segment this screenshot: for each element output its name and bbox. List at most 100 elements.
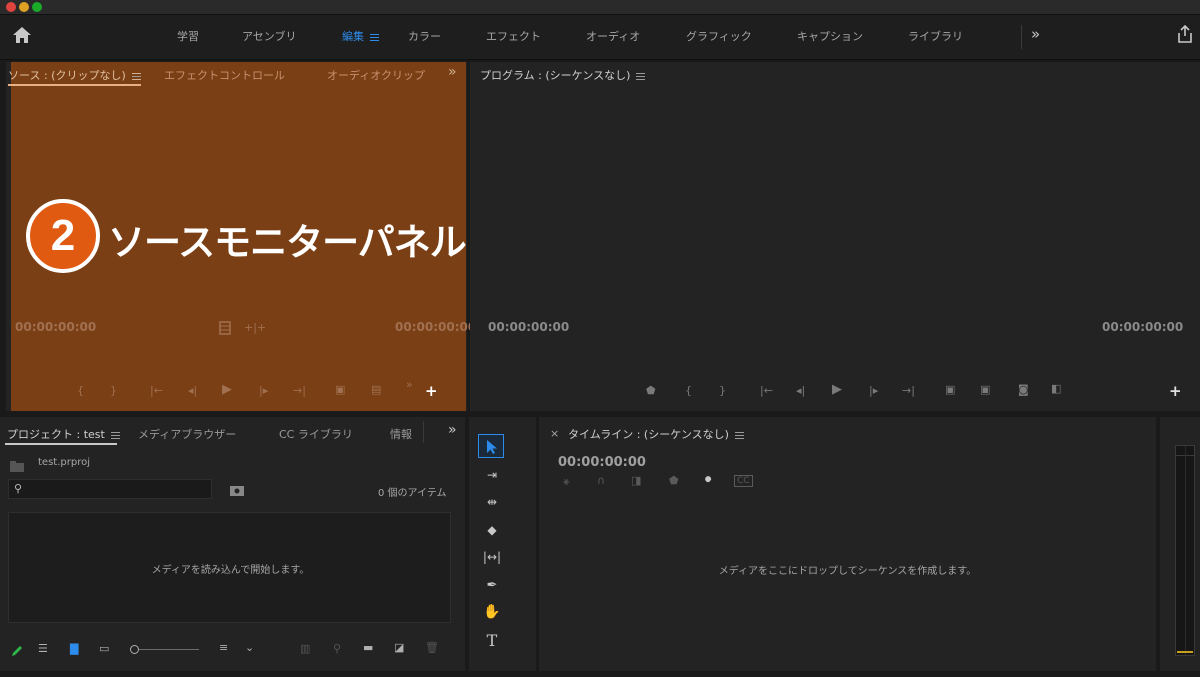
item-count: 0 個のアイテム — [378, 488, 447, 499]
menu-icon[interactable] — [131, 72, 141, 80]
slip-tool[interactable]: |↔| — [479, 545, 505, 569]
step-back-icon[interactable]: ◂| — [188, 384, 197, 397]
meter-level — [1177, 651, 1193, 653]
snap-icon[interactable]: ∩ — [597, 474, 605, 487]
workspace-divider — [1021, 25, 1022, 49]
go-to-out-icon[interactable]: →| — [293, 384, 306, 397]
trash-icon[interactable]: 🗑 — [425, 641, 439, 654]
mark-in-icon[interactable]: { — [685, 384, 692, 397]
automate-to-sequence-icon[interactable]: ▥ — [300, 642, 310, 655]
tab-audio-clip[interactable]: オーディオクリップ — [327, 67, 425, 83]
pencil-icon[interactable] — [10, 643, 24, 662]
find-icon[interactable]: ⚲ — [333, 642, 341, 655]
freeform-view-icon[interactable]: ▭ — [99, 642, 109, 655]
captions-icon[interactable]: CC — [734, 475, 753, 487]
list-view-icon[interactable]: ☰ — [38, 642, 48, 655]
zoom-slider-track[interactable] — [139, 649, 199, 650]
more-tabs-icon[interactable]: » — [448, 64, 457, 80]
mark-out-icon[interactable]: } — [110, 384, 117, 397]
share-icon[interactable] — [1177, 24, 1193, 47]
tab-effect-controls[interactable]: エフェクトコントロール — [164, 67, 285, 83]
project-bin-area[interactable]: メディアを読み込んで開始します。 — [8, 512, 451, 623]
new-search-bin-icon[interactable] — [229, 482, 245, 501]
tab-timeline[interactable]: タイムライン : (シーケンスなし) — [568, 426, 744, 442]
track-select-tool[interactable]: ⇥ — [479, 463, 505, 487]
minimize-window-button[interactable] — [19, 2, 29, 12]
more-tabs-icon[interactable]: » — [448, 422, 457, 438]
add-marker-icon[interactable]: ⬟ — [669, 474, 679, 487]
program-timecode-left[interactable]: 00:00:00:00 — [488, 320, 569, 334]
source-timecode-right: 00:00:00:00 — [395, 320, 477, 334]
close-timeline-icon[interactable]: × — [550, 427, 559, 440]
add-button[interactable]: + — [425, 382, 438, 400]
workspace-tab-audio[interactable]: オーディオ — [586, 28, 640, 44]
search-input[interactable]: ⚲ — [8, 479, 212, 499]
add-button[interactable]: + — [1169, 382, 1182, 400]
workspace-tab-color[interactable]: カラー — [408, 28, 441, 44]
menu-icon[interactable] — [636, 72, 646, 80]
tab-program[interactable]: プログラム : (シーケンスなし) — [480, 67, 646, 83]
source-timecode-left[interactable]: 00:00:00:00 — [15, 320, 96, 334]
tab-cc-libraries[interactable]: CC ライブラリ — [279, 426, 353, 442]
close-window-button[interactable] — [6, 2, 16, 12]
step-back-icon[interactable]: ◂| — [796, 384, 805, 397]
razor-tool[interactable]: ◆ — [479, 518, 505, 542]
ripple-edit-tool[interactable]: ⇹ — [479, 490, 505, 514]
more-workspaces-icon[interactable]: » — [1031, 25, 1040, 43]
lift-icon[interactable]: ▣ — [945, 383, 955, 396]
timeline-timecode[interactable]: 00:00:00:00 — [558, 455, 646, 470]
zoom-slider-handle[interactable] — [130, 645, 139, 654]
sort-icon[interactable]: ≡ — [219, 641, 228, 654]
overwrite-icon[interactable]: ▤ — [371, 383, 381, 396]
icon-view-icon[interactable]: ▇ — [70, 642, 78, 655]
audio-waveform-icon[interactable]: +|+ — [244, 321, 266, 334]
step-number: 2 — [50, 211, 76, 260]
tab-source[interactable]: ソース : (クリップなし) — [8, 67, 141, 83]
workspace-tab-graphics[interactable]: グラフィック — [686, 28, 752, 44]
menu-icon[interactable] — [734, 431, 744, 439]
more-controls-icon[interactable]: » — [406, 378, 413, 391]
home-icon[interactable] — [12, 26, 32, 48]
empty-project-message: メディアを読み込んで開始します。 — [151, 565, 310, 576]
zoom-window-button[interactable] — [32, 2, 42, 12]
go-to-out-icon[interactable]: →| — [902, 384, 915, 397]
hand-tool[interactable]: ✋ — [479, 600, 505, 624]
linked-selection-icon[interactable]: ◨ — [631, 474, 641, 487]
film-icon[interactable] — [219, 320, 231, 339]
go-to-in-icon[interactable]: |← — [150, 384, 163, 397]
menu-icon[interactable] — [110, 431, 120, 439]
camera-icon[interactable]: ◙ — [1018, 383, 1029, 396]
nest-icon[interactable]: ⚹ — [563, 475, 570, 489]
mark-out-icon[interactable]: } — [719, 384, 726, 397]
add-marker-icon[interactable]: ⬟ — [646, 384, 656, 397]
extract-icon[interactable]: ▣ — [980, 383, 990, 396]
workspace-tab-effects[interactable]: エフェクト — [486, 28, 541, 44]
window-titlebar — [0, 0, 1200, 15]
selection-tool[interactable] — [479, 435, 505, 459]
tab-info[interactable]: 情報 — [390, 426, 412, 442]
overlay-label: ソースモニターパネル — [108, 221, 467, 264]
wrench-icon[interactable] — [701, 475, 715, 494]
play-icon[interactable]: ▶ — [832, 382, 842, 397]
tab-project[interactable]: プロジェクト : test — [7, 426, 120, 442]
insert-icon[interactable]: ▣ — [335, 383, 345, 396]
comparison-view-icon[interactable]: ◧ — [1051, 382, 1061, 395]
workspace-tab-libraries[interactable]: ライブラリ — [908, 28, 963, 44]
type-tool[interactable]: T — [479, 628, 505, 652]
workspace-tab-captions[interactable]: キャプション — [797, 28, 863, 44]
workspace-tab-assembly[interactable]: アセンブリ — [242, 28, 296, 44]
play-icon[interactable]: ▶ — [222, 382, 232, 397]
audio-meter-panel — [1160, 417, 1200, 671]
new-bin-icon[interactable]: ▬ — [363, 641, 373, 654]
new-item-icon[interactable]: ◪ — [394, 641, 404, 654]
step-forward-icon[interactable]: |▸ — [869, 384, 878, 397]
go-to-in-icon[interactable]: |← — [760, 384, 773, 397]
tab-media-browser[interactable]: メディアブラウザー — [138, 426, 236, 442]
workspace-tab-learning[interactable]: 学習 — [177, 28, 199, 44]
step-forward-icon[interactable]: |▸ — [259, 384, 268, 397]
mark-in-icon[interactable]: { — [77, 384, 84, 397]
menu-icon[interactable] — [370, 33, 379, 41]
chevron-down-icon[interactable]: ⌄ — [245, 641, 254, 654]
pen-tool[interactable]: ✒ — [479, 573, 505, 597]
workspace-tab-editing[interactable]: 編集 — [342, 28, 379, 44]
